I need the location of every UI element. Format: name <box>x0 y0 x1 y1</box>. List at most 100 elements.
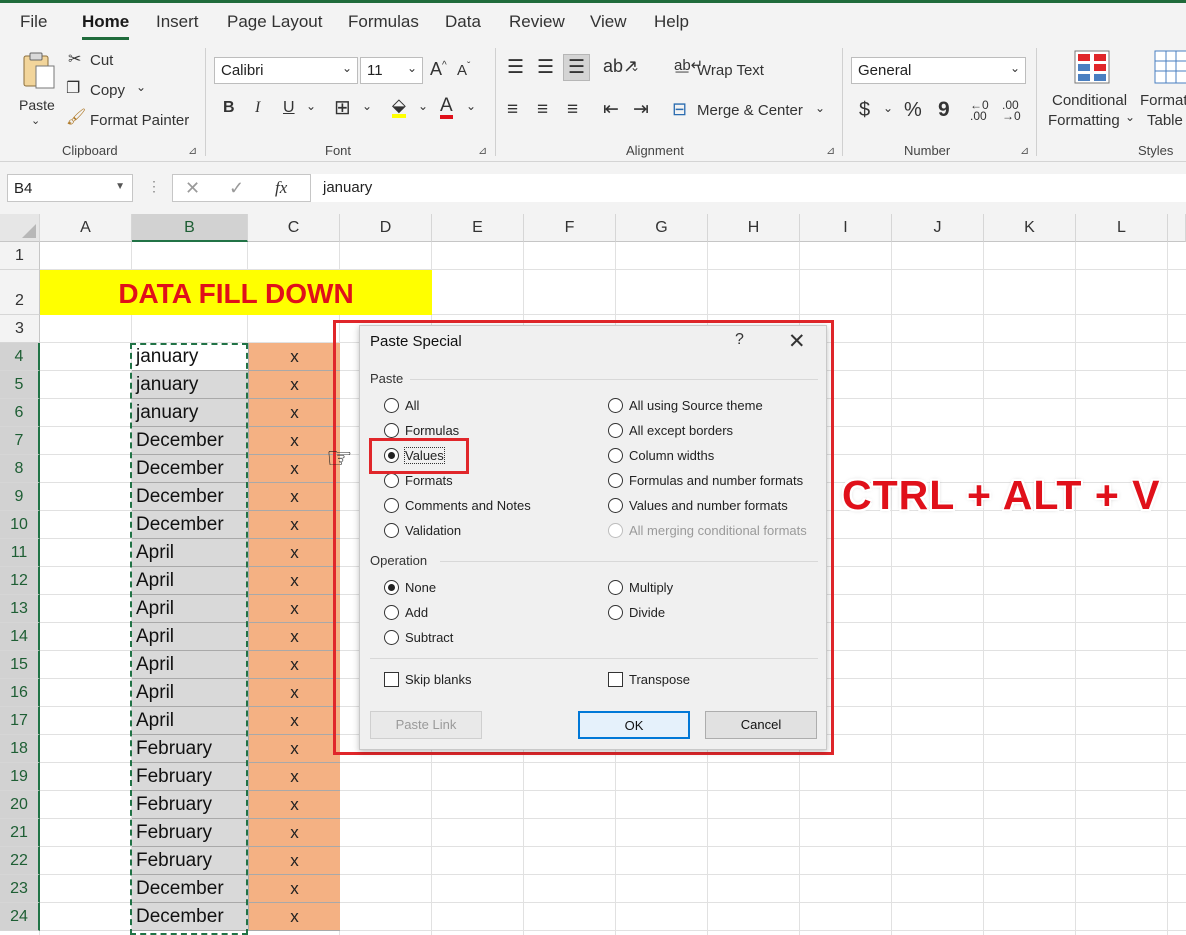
data-cell[interactable]: x <box>248 651 340 679</box>
comma-style-button[interactable]: 9 <box>938 99 950 120</box>
row-header[interactable]: 1 <box>0 242 40 270</box>
currency-button[interactable]: $ <box>859 100 870 120</box>
column-header-k[interactable]: K <box>984 214 1076 242</box>
row-header[interactable]: 21 <box>0 819 40 847</box>
data-cell[interactable]: February <box>132 819 248 847</box>
borders-icon[interactable]: ⊞ <box>334 98 351 118</box>
conditional-formatting-chevron-icon[interactable]: ⌄ <box>1125 110 1135 124</box>
data-cell[interactable]: February <box>132 791 248 819</box>
help-icon[interactable]: ? <box>735 331 744 349</box>
radio-operation-subtract[interactable]: Subtract <box>384 630 453 645</box>
menu-help[interactable]: Help <box>654 12 689 32</box>
column-header-j[interactable]: J <box>892 214 984 242</box>
data-cell[interactable]: December <box>132 427 248 455</box>
data-cell[interactable]: April <box>132 539 248 567</box>
alignment-launcher-icon[interactable]: ⊿ <box>826 144 835 157</box>
active-cell[interactable]: january <box>132 343 248 371</box>
font-color-chevron-icon[interactable]: ⌄ <box>466 100 476 112</box>
data-cell[interactable]: x <box>248 875 340 903</box>
column-header-m[interactable] <box>1168 214 1186 242</box>
more-options-icon[interactable]: ⋮ <box>147 178 161 195</box>
row-header[interactable]: 22 <box>0 847 40 875</box>
decrease-font-icon[interactable]: Aˇ <box>457 62 470 79</box>
radio-paste-comments[interactable]: Comments and Notes <box>384 498 531 513</box>
fill-color-icon[interactable]: ⬙ <box>392 96 406 118</box>
underline-chevron-icon[interactable]: ⌄ <box>306 100 316 112</box>
column-header-l[interactable]: L <box>1076 214 1168 242</box>
font-color-icon[interactable]: A <box>440 96 453 119</box>
align-middle-icon[interactable]: ☰ <box>537 58 554 77</box>
data-cell[interactable]: December <box>132 455 248 483</box>
row-header[interactable]: 12 <box>0 567 40 595</box>
data-cell[interactable]: january <box>132 371 248 399</box>
conditional-formatting-button[interactable]: Conditional <box>1052 92 1127 109</box>
orientation-chevron-icon[interactable]: ⌄ <box>630 61 640 73</box>
column-header-h[interactable]: H <box>708 214 800 242</box>
data-cell[interactable]: x <box>248 679 340 707</box>
row-header[interactable]: 19 <box>0 763 40 791</box>
align-left-icon[interactable]: ≡ <box>507 100 518 119</box>
format-painter-button[interactable]: Format Painter <box>90 112 189 129</box>
data-cell[interactable]: x <box>248 735 340 763</box>
insert-function-button[interactable]: fx <box>275 178 287 198</box>
data-cell[interactable]: x <box>248 343 340 371</box>
data-cell[interactable]: x <box>248 623 340 651</box>
copy-button[interactable]: Copy <box>90 82 125 99</box>
column-header-g[interactable]: G <box>616 214 708 242</box>
bold-button[interactable]: B <box>223 100 235 116</box>
column-header-a[interactable]: A <box>40 214 132 242</box>
row-header[interactable]: 5 <box>0 371 40 399</box>
data-cell[interactable]: April <box>132 707 248 735</box>
column-header-b[interactable]: B <box>132 214 248 242</box>
data-cell[interactable]: February <box>132 847 248 875</box>
row-header[interactable]: 9 <box>0 483 40 511</box>
cut-button[interactable]: Cut <box>90 52 113 69</box>
row-header[interactable]: 13 <box>0 595 40 623</box>
data-cell[interactable]: x <box>248 707 340 735</box>
percent-button[interactable]: % <box>904 100 922 120</box>
skip-blanks-checkbox[interactable]: Skip blanks <box>384 672 471 687</box>
column-header-i[interactable]: I <box>800 214 892 242</box>
name-box[interactable]: B4 ▼ <box>7 174 133 202</box>
row-header[interactable]: 2 <box>0 270 40 315</box>
data-cell[interactable]: x <box>248 511 340 539</box>
data-cell[interactable]: x <box>248 567 340 595</box>
formula-input[interactable]: january <box>310 174 1186 202</box>
data-cell[interactable]: April <box>132 595 248 623</box>
row-header[interactable]: 17 <box>0 707 40 735</box>
data-cell[interactable]: x <box>248 847 340 875</box>
cancel-button[interactable]: Cancel <box>705 711 817 739</box>
radio-paste-except-borders[interactable]: All except borders <box>608 423 733 438</box>
menu-formulas[interactable]: Formulas <box>348 12 419 32</box>
align-right-icon[interactable]: ≡ <box>567 100 578 119</box>
data-cell[interactable]: x <box>248 903 340 931</box>
menu-insert[interactable]: Insert <box>156 12 199 32</box>
align-bottom-icon[interactable]: ☰ <box>563 54 591 81</box>
number-format-select[interactable]: General ⌄ <box>851 57 1026 84</box>
decrease-decimal-icon[interactable]: .00 →0 <box>1002 99 1021 122</box>
wrap-text-button[interactable]: Wrap Text <box>697 62 764 79</box>
underline-button[interactable]: U <box>283 100 295 116</box>
data-cell[interactable]: December <box>132 511 248 539</box>
radio-paste-formulas[interactable]: Formulas <box>384 423 459 438</box>
radio-paste-validation[interactable]: Validation <box>384 523 461 538</box>
row-header[interactable]: 3 <box>0 315 40 343</box>
menu-page-layout[interactable]: Page Layout <box>227 12 322 32</box>
borders-chevron-icon[interactable]: ⌄ <box>362 100 372 112</box>
increase-font-icon[interactable]: A^ <box>430 60 447 78</box>
menu-home[interactable]: Home <box>82 12 130 40</box>
data-cell[interactable]: April <box>132 623 248 651</box>
data-cell[interactable]: April <box>132 679 248 707</box>
row-header[interactable]: 20 <box>0 791 40 819</box>
data-cell[interactable]: x <box>248 539 340 567</box>
currency-chevron-icon[interactable]: ⌄ <box>883 102 893 114</box>
copy-chevron-icon[interactable]: ⌄ <box>136 80 146 94</box>
data-cell[interactable]: December <box>132 875 248 903</box>
data-cell[interactable]: x <box>248 371 340 399</box>
column-header-d[interactable]: D <box>340 214 432 242</box>
banner-title-cell[interactable]: DATA FILL DOWN <box>40 270 432 315</box>
italic-button[interactable]: I <box>255 100 260 116</box>
data-cell[interactable]: x <box>248 763 340 791</box>
cancel-entry-icon[interactable]: ✕ <box>185 178 200 199</box>
font-launcher-icon[interactable]: ⊿ <box>478 144 487 157</box>
